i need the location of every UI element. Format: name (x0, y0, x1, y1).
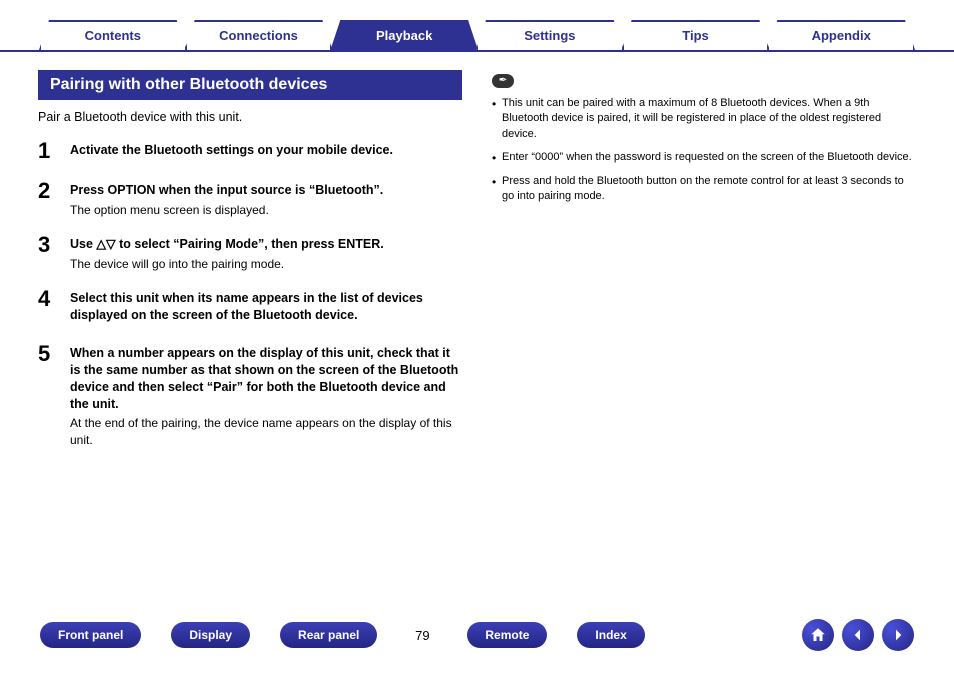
step-heading: Activate the Bluetooth settings on your … (70, 142, 393, 159)
note-item: Enter “0000” when the password is reques… (492, 150, 916, 165)
step-number: 5 (38, 341, 56, 448)
step-detail: At the end of the pairing, the device na… (70, 415, 462, 447)
step-detail: The device will go into the pairing mode… (70, 256, 384, 272)
display-button[interactable]: Display (171, 622, 250, 648)
note-item: This unit can be paired with a maximum o… (492, 96, 916, 142)
step-1: 1 Activate the Bluetooth settings on you… (38, 138, 462, 164)
right-column: ✒ This unit can be paired with a maximum… (492, 70, 916, 462)
home-icon[interactable] (802, 619, 834, 651)
step-3: 3 Use △▽ to select “Pairing Mode”, then … (38, 232, 462, 272)
step-number: 1 (38, 138, 56, 164)
step-number: 3 (38, 232, 56, 272)
bottom-nav: Front panel Display Rear panel 79 Remote… (0, 619, 954, 651)
top-nav: Contents Connections Playback Settings T… (0, 0, 954, 52)
step-number: 4 (38, 286, 56, 327)
prev-icon[interactable] (842, 619, 874, 651)
step-4: 4 Select this unit when its name appears… (38, 286, 462, 327)
step-2: 2 Press OPTION when the input source is … (38, 178, 462, 218)
remote-button[interactable]: Remote (467, 622, 547, 648)
tab-settings[interactable]: Settings (476, 20, 624, 50)
step-heading: Select this unit when its name appears i… (70, 290, 462, 324)
notes-list: This unit can be paired with a maximum o… (492, 96, 916, 204)
pencil-icon: ✒ (492, 74, 514, 88)
step-heading: Use △▽ to select “Pairing Mode”, then pr… (70, 236, 384, 253)
content: Pairing with other Bluetooth devices Pai… (0, 52, 954, 462)
intro-text: Pair a Bluetooth device with this unit. (38, 110, 462, 124)
step-heading: When a number appears on the display of … (70, 345, 462, 413)
left-column: Pairing with other Bluetooth devices Pai… (38, 70, 462, 462)
step-5: 5 When a number appears on the display o… (38, 341, 462, 448)
tab-connections[interactable]: Connections (185, 20, 333, 50)
tab-tips[interactable]: Tips (622, 20, 770, 50)
tab-appendix[interactable]: Appendix (767, 20, 915, 50)
tab-contents[interactable]: Contents (39, 20, 187, 50)
index-button[interactable]: Index (577, 622, 644, 648)
step-heading: Press OPTION when the input source is “B… (70, 182, 383, 199)
note-item: Press and hold the Bluetooth button on t… (492, 174, 916, 205)
step-number: 2 (38, 178, 56, 218)
front-panel-button[interactable]: Front panel (40, 622, 141, 648)
nav-icons (802, 619, 914, 651)
next-icon[interactable] (882, 619, 914, 651)
step-detail: The option menu screen is displayed. (70, 202, 383, 218)
rear-panel-button[interactable]: Rear panel (280, 622, 377, 648)
tab-playback[interactable]: Playback (330, 20, 478, 50)
section-title: Pairing with other Bluetooth devices (38, 70, 462, 100)
page-number: 79 (407, 628, 437, 643)
